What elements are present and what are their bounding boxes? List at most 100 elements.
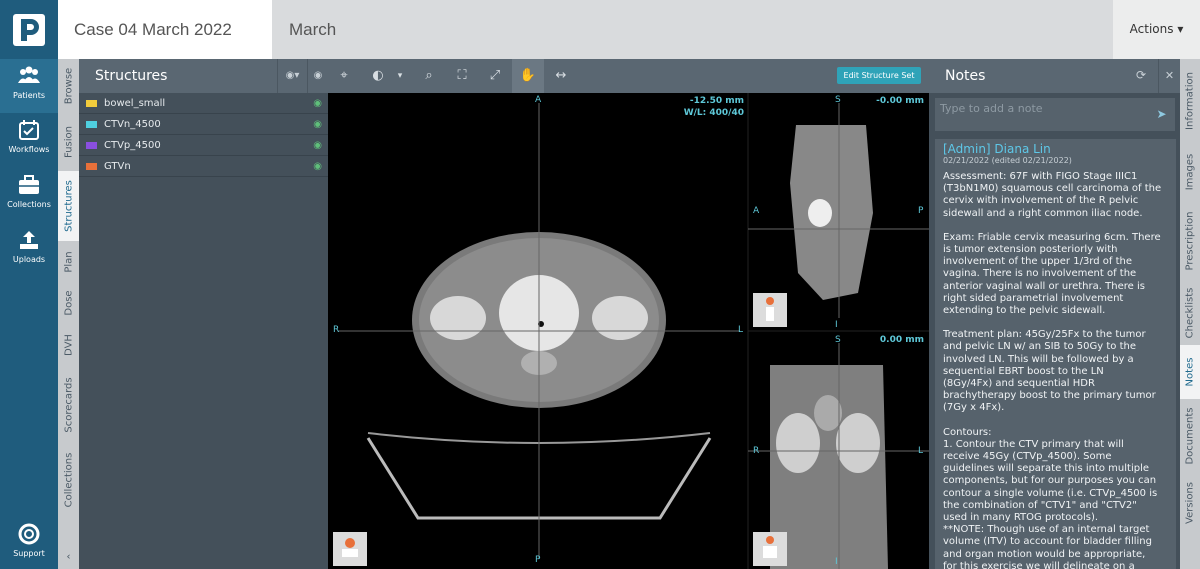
coronal-right-label: L <box>918 446 924 456</box>
nav-workflows-label: Workflows <box>8 145 50 154</box>
actions-label: Actions <box>1129 22 1174 36</box>
tab-checklists[interactable]: Checklists <box>1180 283 1200 343</box>
case-title: Case 04 March 2022 <box>58 0 272 59</box>
tab-notes[interactable]: Notes <box>1180 345 1200 399</box>
tab-versions[interactable]: Versions <box>1180 473 1200 533</box>
nav-support-label: Support <box>13 549 45 558</box>
coronal-left-label: R <box>753 446 760 456</box>
structure-name: GTVn <box>104 161 131 172</box>
notes-header: Notes ⟳ ✕ <box>929 59 1180 93</box>
right-tab-strip: Information Images Prescription Checklis… <box>1180 59 1200 569</box>
note-paragraph: Contours: 1. Contour the CTV primary tha… <box>943 426 1158 569</box>
nav-uploads[interactable]: Uploads <box>0 223 58 277</box>
collapse-button[interactable]: ‹ <box>58 545 79 569</box>
measure-icon[interactable]: ↔ <box>545 59 577 93</box>
app-logo[interactable] <box>0 0 58 59</box>
color-swatch <box>86 121 97 128</box>
color-swatch <box>86 100 97 107</box>
nav-patients-label: Patients <box>12 91 46 100</box>
structure-row[interactable]: GTVn ◉ <box>79 156 328 177</box>
nav-collections-label: Collections <box>7 200 51 209</box>
axial-slice-position: -12.50 mm <box>689 96 744 106</box>
actions-dropdown[interactable]: Actions ▾ <box>1113 0 1200 59</box>
chevron-left-icon: ‹ <box>66 551 71 563</box>
sagittal-bottom-label: I <box>835 320 838 330</box>
edit-structure-set-button[interactable]: Edit Structure Set <box>837 67 921 84</box>
coronal-slice-position: 0.00 mm <box>879 335 924 345</box>
nav-support[interactable]: Support <box>0 517 58 569</box>
note-card: [Admin] Diana Lin 02/21/2022 (edited 02/… <box>935 139 1176 569</box>
nav-workflows[interactable]: Workflows <box>0 113 58 167</box>
logo-icon <box>13 13 45 46</box>
fit-icon[interactable]: ⛶ <box>446 59 478 93</box>
expand-icon[interactable]: ⤢ <box>479 59 511 93</box>
note-paragraph: Assessment: 67F with FIGO Stage IIIC1 (T… <box>943 171 1162 219</box>
note-date: 02/21/2022 (edited 02/21/2022) <box>943 156 1072 165</box>
nav-uploads-label: Uploads <box>12 255 46 264</box>
contrast-icon[interactable]: ◐ <box>362 59 394 93</box>
notes-title: Notes <box>945 68 986 84</box>
structures-title: Structures <box>95 68 168 84</box>
image-viewport[interactable]: A P R L -12.50 mm W/L: 400/40 S I A P -0… <box>328 93 929 569</box>
tab-plan[interactable]: Plan <box>58 243 79 281</box>
eye-icon[interactable]: ◉ <box>313 114 322 135</box>
case-subtitle: March <box>289 20 337 39</box>
send-icon[interactable]: ➤ <box>1148 98 1175 131</box>
structure-row[interactable]: CTVn_4500 ◉ <box>79 114 328 135</box>
structures-header: Structures ◉▾ ◉ <box>79 59 328 93</box>
eye-icon[interactable]: ◉ <box>313 135 322 156</box>
axial-top-label: A <box>535 95 542 105</box>
eye-icon[interactable]: ◉ <box>307 59 328 93</box>
sagittal-right-label: P <box>918 206 924 216</box>
structure-name: CTVp_4500 <box>104 140 161 151</box>
nav-patients[interactable]: Patients <box>0 59 58 113</box>
lifebuoy-icon <box>17 523 41 547</box>
tab-structures[interactable]: Structures <box>58 171 79 241</box>
refresh-icon[interactable]: ⟳ <box>1136 68 1146 82</box>
note-author: [Admin] Diana Lin <box>943 142 1051 156</box>
upload-icon <box>17 229 41 253</box>
axial-bottom-label: P <box>535 555 541 565</box>
axial-right-label: L <box>738 325 744 335</box>
color-swatch <box>86 163 97 170</box>
tab-information[interactable]: Information <box>1180 59 1200 143</box>
axial-left-label: R <box>333 325 340 335</box>
tab-scorecards[interactable]: Scorecards <box>58 367 79 443</box>
note-paragraph: Exam: Friable cervix measuring 6cm. Ther… <box>943 231 1161 317</box>
structure-name: CTVn_4500 <box>104 119 161 130</box>
crosshair-icon[interactable]: ⌖ <box>328 59 360 93</box>
close-icon[interactable]: ✕ <box>1158 59 1180 93</box>
sagittal-top-label: S <box>835 95 841 105</box>
window-level: W/L: 400/40 <box>683 108 744 118</box>
coronal-bottom-label: I <box>835 557 838 567</box>
tab-dose[interactable]: Dose <box>58 283 79 323</box>
tab-images[interactable]: Images <box>1180 145 1200 199</box>
structure-row[interactable]: bowel_small ◉ <box>79 93 328 114</box>
eye-icon[interactable]: ◉ <box>313 156 322 177</box>
tab-collections[interactable]: Collections <box>58 445 79 515</box>
users-icon <box>17 65 41 89</box>
tab-fusion[interactable]: Fusion <box>58 115 79 169</box>
caret-down-icon: ▾ <box>1177 22 1184 36</box>
visibility-menu-button[interactable]: ◉▾ <box>277 59 307 93</box>
briefcase-icon <box>17 174 41 198</box>
side-tab-strip: Browse Fusion Structures Plan Dose DVH S… <box>58 59 79 569</box>
caret-down-icon[interactable]: ▾ <box>392 59 408 93</box>
color-swatch <box>86 142 97 149</box>
sagittal-left-label: A <box>753 206 760 216</box>
eye-icon[interactable]: ◉ <box>313 93 322 114</box>
pan-hand-icon[interactable]: ✋ <box>512 59 544 93</box>
structure-row[interactable]: CTVp_4500 ◉ <box>79 135 328 156</box>
zoom-icon[interactable]: ⌕ <box>413 59 445 93</box>
note-input[interactable]: Type to add a note <box>935 98 1148 131</box>
coronal-top-label: S <box>835 335 841 345</box>
tab-prescription[interactable]: Prescription <box>1180 201 1200 281</box>
nav-collections[interactable]: Collections <box>0 168 58 222</box>
note-paragraph: Treatment plan: 45Gy/25Fx to the tumor a… <box>943 329 1156 414</box>
tab-dvh[interactable]: DVH <box>58 325 79 365</box>
tab-browse[interactable]: Browse <box>58 59 79 113</box>
tab-documents[interactable]: Documents <box>1180 401 1200 471</box>
ct-images <box>333 93 929 569</box>
structure-name: bowel_small <box>104 98 166 109</box>
sagittal-slice-position: -0.00 mm <box>876 96 924 106</box>
